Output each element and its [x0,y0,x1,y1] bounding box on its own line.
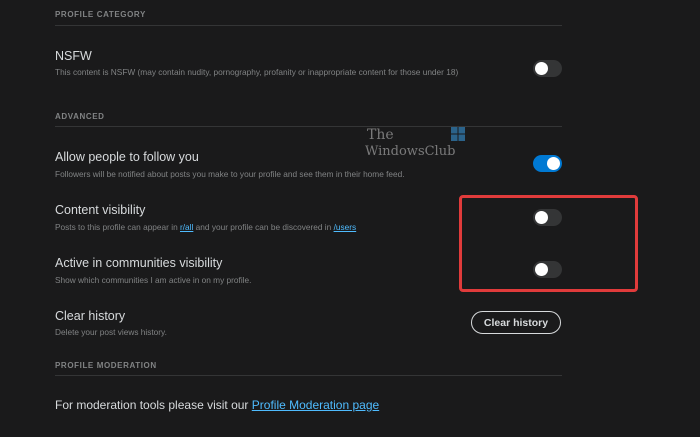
content-visibility-title: Content visibility [55,203,146,217]
content-visibility-desc-middle: and your profile can be discovered in [193,222,334,232]
section-header-profile-category: PROFILE CATEGORY [55,10,146,19]
watermark-line1: The [367,127,394,143]
r-all-link[interactable]: r/all [180,222,193,232]
toggle-knob [547,157,560,170]
watermark-line2: WindowsClub [365,144,456,159]
content-visibility-desc-prefix: Posts to this profile can appear in [55,222,180,232]
section-divider [55,126,562,127]
watermark: The WindowsClub [365,127,469,161]
profile-settings-page: PROFILE CATEGORY NSFW This content is NS… [0,0,700,437]
profile-moderation-link[interactable]: Profile Moderation page [252,398,379,412]
clear-history-title: Clear history [55,309,126,323]
nsfw-title: NSFW [55,49,92,63]
users-link[interactable]: /users [334,222,357,232]
toggle-knob [535,62,548,75]
clear-history-button[interactable]: Clear history [471,311,561,334]
moderation-text-prefix: For moderation tools please visit our [55,398,252,412]
allow-follow-toggle[interactable] [533,155,562,172]
content-visibility-description: Posts to this profile can appear in r/al… [55,221,455,233]
allow-follow-title: Allow people to follow you [55,150,199,164]
active-communities-description: Show which communities I am active in on… [55,275,252,285]
nsfw-toggle[interactable] [533,60,562,77]
section-divider [55,25,562,26]
section-header-advanced: ADVANCED [55,112,105,121]
nsfw-description: This content is NSFW (may contain nudity… [55,67,459,77]
highlight-annotation-box [459,195,638,292]
allow-follow-description: Followers will be notified about posts y… [55,169,405,179]
windows-logo-icon [451,127,465,141]
clear-history-description: Delete your post views history. [55,327,167,337]
active-communities-title: Active in communities visibility [55,256,223,270]
moderation-text: For moderation tools please visit our Pr… [55,398,379,412]
section-header-profile-moderation: PROFILE MODERATION [55,361,157,370]
section-divider [55,375,562,376]
